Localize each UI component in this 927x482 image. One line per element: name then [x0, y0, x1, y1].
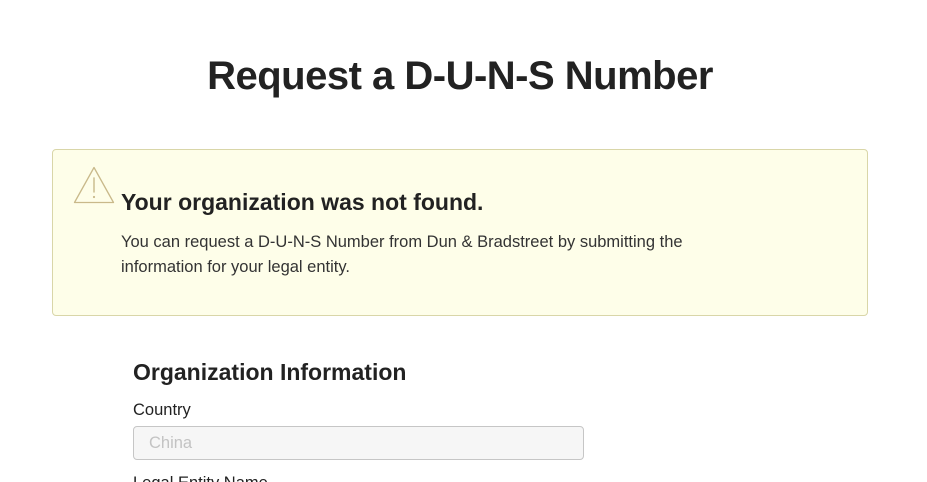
country-label: Country: [133, 401, 191, 419]
country-field[interactable]: [133, 426, 584, 460]
not-found-alert: Your organization was not found. You can…: [52, 149, 868, 316]
page: Request a D-U-N-S Number Your organizati…: [0, 0, 927, 482]
page-title: Request a D-U-N-S Number: [207, 54, 713, 98]
warning-icon: [73, 166, 115, 204]
legal-entity-name-label: Legal Entity Name: [133, 472, 268, 482]
alert-heading: Your organization was not found.: [121, 189, 484, 215]
alert-body: You can request a D-U-N-S Number from Du…: [121, 233, 683, 276]
section-title-organization-information: Organization Information: [133, 359, 407, 385]
